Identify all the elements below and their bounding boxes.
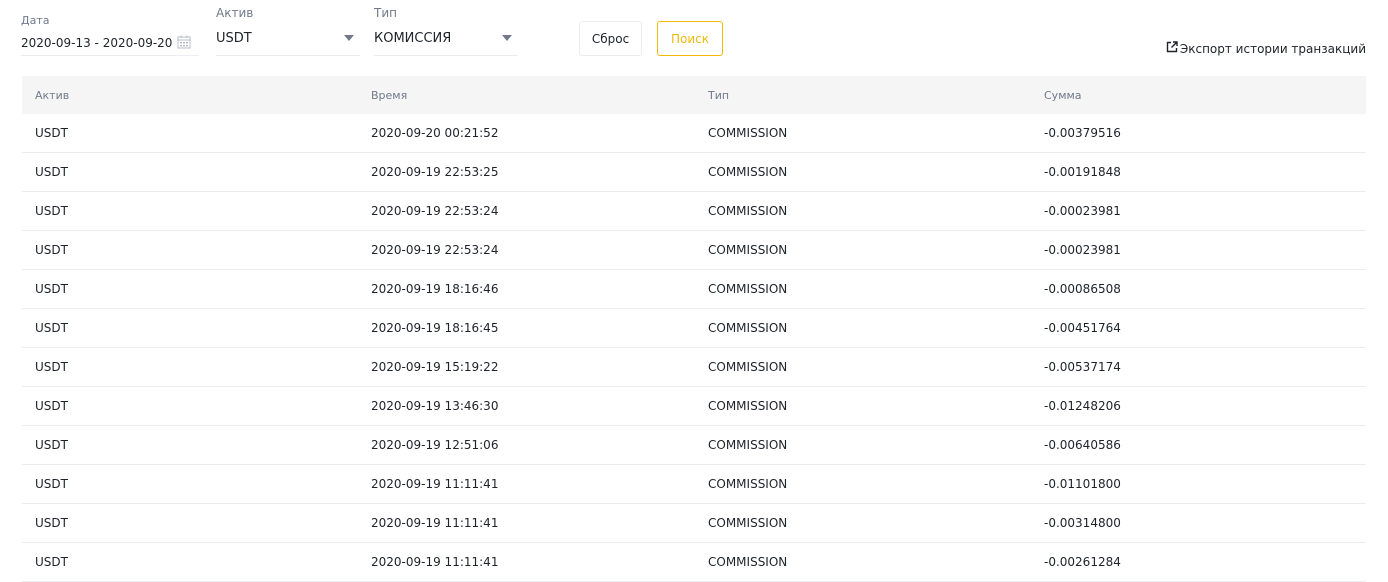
cell-time: 2020-09-19 12:51:06 <box>371 438 499 452</box>
cell-amount: -0.00086508 <box>1044 282 1121 296</box>
table-row: USDT 2020-09-19 18:16:45 COMMISSION -0.0045… <box>22 309 1366 348</box>
cell-asset: USDT <box>35 126 68 140</box>
column-header-asset: Актив <box>35 88 70 102</box>
cell-asset: USDT <box>35 516 68 530</box>
cell-type: COMMISSION <box>708 165 788 179</box>
cell-amount: -0.00537174 <box>1044 360 1121 374</box>
cell-type: COMMISSION <box>708 321 788 335</box>
cell-amount: -0.00314800 <box>1044 516 1121 530</box>
calendar-icon[interactable] <box>176 34 192 50</box>
cell-asset: USDT <box>35 399 68 413</box>
table-row: USDT 2020-09-19 22:53:24 COMMISSION -0.0002… <box>22 231 1366 270</box>
cell-time: 2020-09-19 11:11:41 <box>371 555 499 569</box>
cell-amount: -0.01101800 <box>1044 477 1121 491</box>
table-header: Актив Время Тип Сумма <box>22 76 1366 114</box>
table-row: USDT 2020-09-20 00:21:52 COMMISSION -0.0037… <box>22 114 1366 153</box>
date-underline <box>21 55 199 56</box>
cell-asset: USDT <box>35 438 68 452</box>
table-row: USDT 2020-09-19 18:16:46 COMMISSION -0.0008… <box>22 270 1366 309</box>
cell-time: 2020-09-19 18:16:45 <box>371 321 499 335</box>
asset-underline <box>216 55 360 56</box>
table-row: USDT 2020-09-19 11:11:41 COMMISSION -0.0026… <box>22 543 1366 582</box>
cell-type: COMMISSION <box>708 126 788 140</box>
column-header-type: Тип <box>708 88 730 102</box>
cell-asset: USDT <box>35 555 68 569</box>
type-select[interactable]: КОМИССИЯ <box>374 31 451 46</box>
transactions-table: Актив Время Тип Сумма USDT 2020-09-20 00:… <box>22 76 1366 582</box>
type-label: Тип <box>374 6 397 20</box>
table-row: USDT 2020-09-19 11:11:41 COMMISSION -0.0031… <box>22 504 1366 543</box>
cell-time: 2020-09-19 22:53:25 <box>371 165 499 179</box>
cell-amount: -0.00023981 <box>1044 204 1121 218</box>
cell-type: COMMISSION <box>708 399 788 413</box>
cell-time: 2020-09-19 15:19:22 <box>371 360 499 374</box>
date-label: Дата <box>21 14 50 27</box>
cell-asset: USDT <box>35 360 68 374</box>
table-row: USDT 2020-09-19 11:11:41 COMMISSION -0.0110… <box>22 465 1366 504</box>
table-row: USDT 2020-09-19 22:53:25 COMMISSION -0.0019… <box>22 153 1366 192</box>
cell-amount: -0.00640586 <box>1044 438 1121 452</box>
cell-time: 2020-09-19 11:11:41 <box>371 516 499 530</box>
asset-select[interactable]: USDT <box>216 31 252 46</box>
cell-type: COMMISSION <box>708 438 788 452</box>
cell-amount: -0.00451764 <box>1044 321 1121 335</box>
type-underline <box>374 55 518 56</box>
cell-time: 2020-09-19 18:16:46 <box>371 282 499 296</box>
column-header-amount: Сумма <box>1044 88 1082 102</box>
cell-asset: USDT <box>35 477 68 491</box>
search-button[interactable]: Поиск <box>657 21 723 56</box>
table-body: USDT 2020-09-20 00:21:52 COMMISSION -0.0037… <box>22 114 1366 582</box>
cell-time: 2020-09-19 11:11:41 <box>371 477 499 491</box>
column-header-time: Время <box>371 88 408 102</box>
cell-amount: -0.00191848 <box>1044 165 1121 179</box>
cell-amount: -0.00023981 <box>1044 243 1121 257</box>
cell-type: COMMISSION <box>708 360 788 374</box>
filter-bar: Дата 2020-09-13 - 2020-09-20 Актив USDT … <box>0 0 1388 76</box>
cell-amount: -0.00261284 <box>1044 555 1121 569</box>
external-link-icon <box>1166 41 1178 56</box>
cell-time: 2020-09-19 13:46:30 <box>371 399 499 413</box>
cell-asset: USDT <box>35 321 68 335</box>
cell-type: COMMISSION <box>708 477 788 491</box>
cell-time: 2020-09-19 22:53:24 <box>371 204 499 218</box>
cell-time: 2020-09-19 22:53:24 <box>371 243 499 257</box>
cell-asset: USDT <box>35 282 68 296</box>
table-row: USDT 2020-09-19 22:53:24 COMMISSION -0.0002… <box>22 192 1366 231</box>
cell-asset: USDT <box>35 204 68 218</box>
cell-type: COMMISSION <box>708 282 788 296</box>
export-history-link[interactable]: Экспорт истории транзакций <box>1166 41 1366 56</box>
chevron-down-icon[interactable] <box>502 35 512 41</box>
chevron-down-icon[interactable] <box>344 35 354 41</box>
asset-label: Актив <box>216 6 254 20</box>
table-row: USDT 2020-09-19 12:51:06 COMMISSION -0.0064… <box>22 426 1366 465</box>
cell-asset: USDT <box>35 165 68 179</box>
export-label: Экспорт истории транзакций <box>1179 41 1366 56</box>
table-row: USDT 2020-09-19 15:19:22 COMMISSION -0.0053… <box>22 348 1366 387</box>
cell-asset: USDT <box>35 243 68 257</box>
cell-type: COMMISSION <box>708 516 788 530</box>
cell-type: COMMISSION <box>708 204 788 218</box>
date-range-input[interactable]: 2020-09-13 - 2020-09-20 <box>21 36 172 50</box>
cell-type: COMMISSION <box>708 555 788 569</box>
reset-button[interactable]: Сброс <box>579 21 642 56</box>
cell-amount: -0.01248206 <box>1044 399 1121 413</box>
table-row: USDT 2020-09-19 13:46:30 COMMISSION -0.0124… <box>22 387 1366 426</box>
cell-amount: -0.00379516 <box>1044 126 1121 140</box>
cell-time: 2020-09-20 00:21:52 <box>371 126 499 140</box>
cell-type: COMMISSION <box>708 243 788 257</box>
